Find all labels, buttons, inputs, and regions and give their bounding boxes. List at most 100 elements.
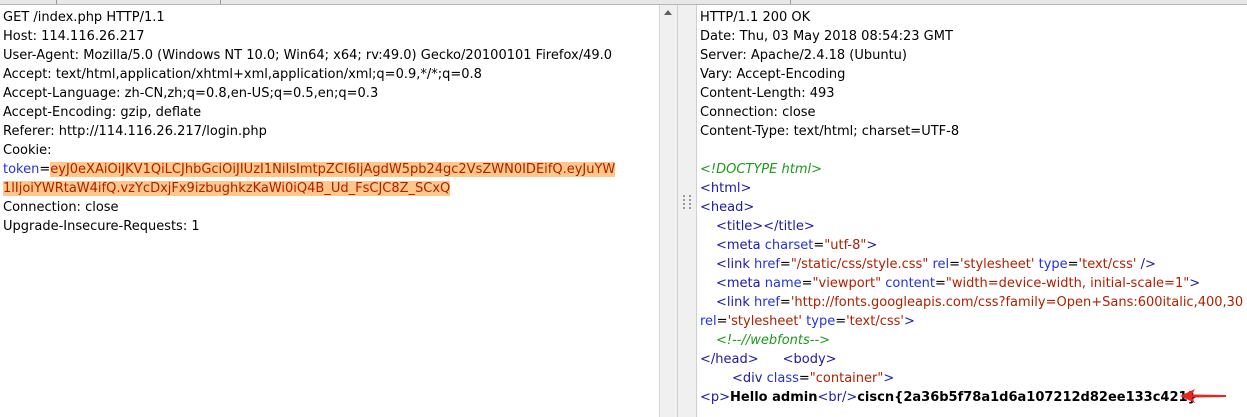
title-open-tag: <title> <box>716 219 764 234</box>
scroll-up-arrow-icon[interactable] <box>664 10 672 15</box>
accept-language-header: Accept-Language: zh-CN,zh;q=0.8,en-US;q=… <box>3 86 379 101</box>
date-header: Date: Thu, 03 May 2018 08:54:23 GMT <box>700 29 953 44</box>
head-open-tag: <head> <box>700 200 755 215</box>
response-viewer[interactable]: HTTP/1.1 200 OK Date: Thu, 03 May 2018 0… <box>697 5 1247 417</box>
meta-tag: <meta <box>716 276 761 291</box>
equals-sign: = <box>798 371 810 386</box>
link-fonts-continuation: rel='stylesheet' type='text/css'> <box>700 312 1247 331</box>
body-open-tag: <body> <box>782 352 837 367</box>
link-tag: <link <box>716 257 750 272</box>
equals-sign: = <box>1067 257 1079 272</box>
accept-header: Accept: text/html,application/xhtml+xml,… <box>3 67 482 82</box>
cookie-token-line-1: token=eyJ0eXAiOiJKV1QiLCJhbGciOiJIUzI1Ni… <box>3 160 659 179</box>
link-tag: <link <box>716 295 750 310</box>
flag-value[interactable]: ciscn{2a36b5f78a1d6a107212d82ee133c421} <box>857 390 1197 405</box>
rel-attr: rel <box>932 257 950 272</box>
accept-encoding-header: Accept-Encoding: gzip, deflate <box>3 105 202 120</box>
type-attr: type <box>806 314 836 329</box>
rel-value: 'stylesheet' <box>727 314 803 329</box>
class-value: "container" <box>809 371 884 386</box>
splitter-grip-icon[interactable] <box>683 195 691 209</box>
equals-sign: = <box>779 257 791 272</box>
doctype: <!DOCTYPE html> <box>700 162 822 177</box>
rel-attr: rel <box>700 314 717 329</box>
response-text[interactable]: HTTP/1.1 200 OK Date: Thu, 03 May 2018 0… <box>700 8 1247 407</box>
type-attr: type <box>1038 257 1068 272</box>
div-tag: <div <box>732 371 763 386</box>
rel-value: 'stylesheet' <box>960 257 1035 272</box>
request-line: GET /index.php HTTP/1.1 <box>3 10 165 25</box>
html-open-tag: <html> <box>700 181 752 196</box>
pane-splitter[interactable] <box>677 5 697 417</box>
content-value: "width=device-width, initial-scale=1" <box>945 276 1190 291</box>
title-close-tag: </title> <box>763 219 815 234</box>
equals-sign: = <box>779 295 791 310</box>
href-value: "/static/css/style.css" <box>790 257 929 272</box>
content-type-header: Content-Type: text/html; charset=UTF-8 <box>700 124 960 139</box>
br-tag: <br/> <box>817 390 858 405</box>
vary-header: Vary: Accept-Encoding <box>700 67 846 82</box>
equals-sign: = <box>716 314 728 329</box>
tag-close: > <box>1189 276 1201 291</box>
tab-divider <box>220 0 221 4</box>
content-attr: content <box>885 276 936 291</box>
webfonts-comment: <!--//webfonts--> <box>716 333 831 348</box>
tab-divider <box>56 0 57 4</box>
tag-close: > <box>866 238 878 253</box>
self-close: /> <box>1136 257 1156 272</box>
tag-close: > <box>904 314 915 329</box>
p-open-tag: <p> <box>700 390 731 405</box>
head-open-line: <head> <box>700 198 1247 217</box>
server-header: Server: Apache/2.4.18 (Ubuntu) <box>700 48 907 63</box>
name-attr: name <box>764 276 802 291</box>
type-value: 'text/css' <box>1078 257 1137 272</box>
meta-viewport-line: <meta name="viewport" content="width=dev… <box>700 274 1247 293</box>
charset-attr: charset <box>764 238 814 253</box>
request-scrollbar[interactable] <box>659 5 677 417</box>
flag-line: <p>Hello admin<br/>ciscn{2a36b5f78a1d6a1… <box>700 388 1247 407</box>
equals-sign: = <box>835 314 847 329</box>
red-arrow-annotation-icon <box>1180 389 1226 403</box>
webfonts-comment-line: <!--//webfonts--> <box>700 331 1247 350</box>
link-stylesheet-line: <link href="/static/css/style.css" rel='… <box>700 255 1247 274</box>
class-attr: class <box>766 371 799 386</box>
request-text[interactable]: GET /index.php HTTP/1.1 Host: 114.116.26… <box>3 8 659 236</box>
meta-charset-line: <meta charset="utf-8"> <box>700 236 1247 255</box>
equals-sign: = <box>935 276 946 291</box>
link-fonts-line: <link href='http://fonts.googleapis.com/… <box>700 293 1247 312</box>
connection-header: Connection: close <box>3 200 119 215</box>
content-length-header: Content-Length: 493 <box>700 86 835 101</box>
user-agent-header: User-Agent: Mozilla/5.0 (Windows NT 10.0… <box>3 48 613 63</box>
div-container-line: <div class="container"> <box>700 369 1247 388</box>
connection-header: Connection: close <box>700 105 816 120</box>
head-close-body-line: </head> <body> <box>700 350 1247 369</box>
upgrade-insecure-header: Upgrade-Insecure-Requests: 1 <box>3 219 200 234</box>
href-attr: href <box>754 257 780 272</box>
name-value: "viewport" <box>812 276 882 291</box>
jwt-token-part-2[interactable]: 1lIjoiYWRtaW4ifQ.vzYcDxjFx9izbughkzKaWi0… <box>3 181 451 196</box>
request-editor[interactable]: GET /index.php HTTP/1.1 Host: 114.116.26… <box>0 5 659 417</box>
charset-value: "utf-8" <box>824 238 867 253</box>
meta-tag: <meta <box>716 238 761 253</box>
host-header: Host: 114.116.26.217 <box>3 29 145 44</box>
type-value: 'text/css' <box>846 314 904 329</box>
cookie-token-line-2: 1lIjoiYWRtaW4ifQ.vzYcDxjFx9izbughkzKaWi0… <box>3 179 659 198</box>
equals-sign: = <box>813 238 825 253</box>
equals-sign: = <box>801 276 813 291</box>
tab-divider <box>790 0 791 4</box>
cookie-name: token <box>3 162 40 177</box>
doctype-line: <!DOCTYPE html> <box>700 160 1247 179</box>
title-line: <title></title> <box>700 217 1247 236</box>
referer-header: Referer: http://114.116.26.217/login.php <box>3 124 267 139</box>
href-attr: href <box>754 295 780 310</box>
cookie-header: Cookie: <box>3 143 52 158</box>
tag-close: > <box>883 371 895 386</box>
cookie-equals: = <box>39 162 51 177</box>
href-fonts-value: 'http://fonts.googleapis.com/css?family=… <box>790 295 1244 310</box>
head-close-tag: </head> <box>700 352 759 367</box>
hello-admin-text: Hello admin <box>730 390 818 405</box>
status-line: HTTP/1.1 200 OK <box>700 10 811 25</box>
html-open-line: <html> <box>700 179 1247 198</box>
jwt-token-part-1[interactable]: eyJ0eXAiOiJKV1QiLCJhbGciOiJIUzI1NiIsImtp… <box>50 162 616 177</box>
